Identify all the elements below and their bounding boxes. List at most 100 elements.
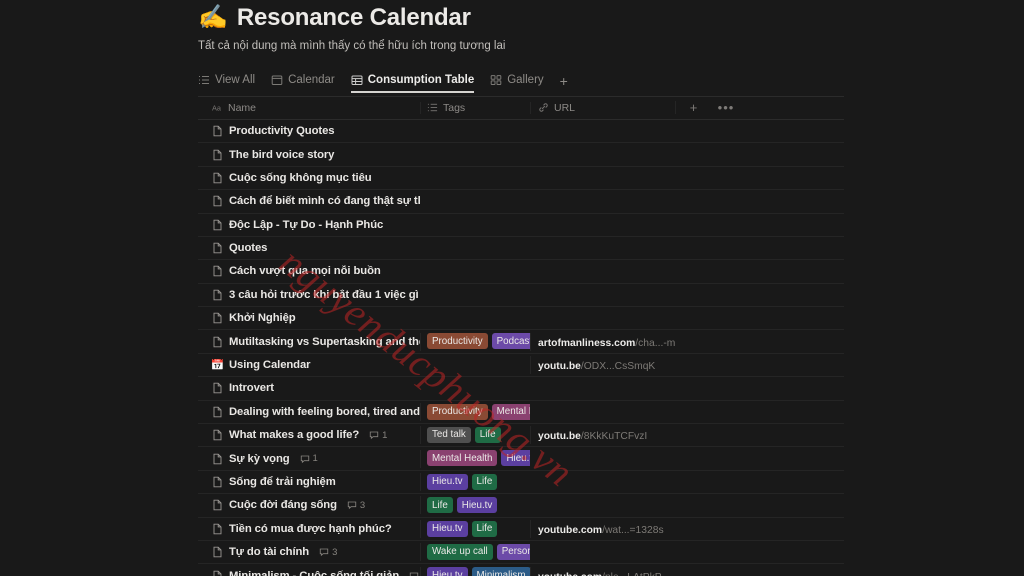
tag-chip[interactable]: Hieu.tv	[427, 520, 468, 537]
tag-chip[interactable]: Life	[427, 497, 453, 514]
cell-name[interactable]: Cuộc sống không mục tiêu	[198, 172, 420, 184]
table-row[interactable]: Quotes	[198, 237, 844, 261]
tag-label: Hieu.tv	[432, 523, 463, 535]
table-options-button[interactable]: •••	[711, 101, 741, 114]
cell-tags[interactable]: Mental Health Hieu.tv	[420, 449, 530, 468]
column-header-tags[interactable]: Tags	[420, 101, 530, 114]
table-row[interactable]: Minimalism - Cuộc sống tối giản 2 Hieu.tv M…	[198, 564, 844, 576]
cell-name[interactable]: Cuộc đời đáng sống 3	[198, 499, 420, 511]
tag-label: Minimalism	[476, 569, 526, 576]
cell-name[interactable]: 📅 Using Calendar	[198, 359, 420, 371]
url-link[interactable]: youtu.be/ODX...CsSmqK	[538, 361, 655, 372]
cell-tags[interactable]: Wake up call Personal	[420, 543, 530, 562]
table-row[interactable]: Cuộc sống không mục tiêu	[198, 167, 844, 191]
tag-chip[interactable]: Hieu.tv	[501, 450, 530, 467]
cell-tags[interactable]: Hieu.tv Life	[420, 519, 530, 538]
row-title: 3 câu hỏi trước khi bắt đầu 1 việc gì đó	[229, 288, 420, 301]
table-row[interactable]: Mutiltasking vs Supertasking and the pe P…	[198, 330, 844, 354]
cell-name[interactable]: Dealing with feeling bored, tired and ex…	[198, 406, 420, 418]
table-row[interactable]: Khởi Nghiệp	[198, 307, 844, 331]
tag-chip[interactable]: Ted talk	[427, 426, 471, 443]
cell-name[interactable]: Tiền có mua được hạnh phúc?	[198, 523, 420, 535]
tag-chip[interactable]: Minimalism	[471, 567, 530, 576]
tab-gallery[interactable]: Gallery	[490, 74, 544, 93]
add-view-button[interactable]: +	[560, 74, 568, 93]
cell-name[interactable]: Introvert	[198, 382, 420, 394]
table-row[interactable]: Cách vượt qua mọi nỗi buồn	[198, 260, 844, 284]
tag-chip[interactable]: Productivity	[427, 333, 488, 350]
tab-consumption-table[interactable]: Consumption Table	[350, 74, 475, 93]
cell-name[interactable]: What makes a good life? 1	[198, 429, 420, 441]
table-row[interactable]: Productivity Quotes	[198, 120, 844, 144]
page-title-row: ✍️ Resonance Calendar	[198, 0, 844, 32]
tag-chip[interactable]: Life	[471, 473, 498, 490]
cell-name[interactable]: Khởi Nghiệp	[198, 312, 420, 324]
cell-tags[interactable]: Hieu.tv Life	[420, 472, 530, 491]
tag-chip[interactable]: Productivity	[427, 403, 488, 420]
comment-count[interactable]: 2	[409, 570, 420, 576]
tag-chip[interactable]: Mental Health	[427, 450, 498, 467]
table-row[interactable]: What makes a good life? 1 Ted talk Life yout…	[198, 424, 844, 448]
cell-name[interactable]: 3 câu hỏi trước khi bắt đầu 1 việc gì đó	[198, 289, 420, 301]
tag-chip[interactable]: Hieu.tv	[456, 497, 498, 514]
cell-url[interactable]: youtube.com/wat...=1328s	[530, 519, 675, 538]
cell-tags[interactable]: Life Hieu.tv	[420, 496, 530, 515]
url-link[interactable]: youtube.com/wat...=1328s	[538, 525, 664, 536]
table-row[interactable]: Sự kỳ vọng 1 Mental Health Hieu.tv	[198, 447, 844, 471]
url-link[interactable]: artofmanliness.com/cha...-mir	[538, 338, 675, 349]
table-row[interactable]: Sống để trải nghiệm Hieu.tv Life	[198, 471, 844, 495]
comment-count[interactable]: 3	[319, 547, 337, 558]
tag-chip[interactable]: Personal	[496, 543, 530, 560]
table-row[interactable]: 📅 Using Calendar youtu.be/ODX...CsSmqK	[198, 354, 844, 378]
comment-count[interactable]: 1	[369, 430, 387, 441]
cell-name[interactable]: Cách vượt qua mọi nỗi buồn	[198, 265, 420, 277]
comment-count[interactable]: 1	[300, 453, 318, 464]
url-link[interactable]: youtube.com/pla...LAtPkP	[538, 572, 662, 576]
url-link[interactable]: youtu.be/8KkKuTCFvzI	[538, 431, 647, 442]
table-row[interactable]: Tiền có mua được hạnh phúc? Hieu.tv Life yo…	[198, 518, 844, 541]
table-row[interactable]: 3 câu hỏi trước khi bắt đầu 1 việc gì đó	[198, 284, 844, 308]
tab-calendar[interactable]: Calendar	[271, 74, 335, 93]
tag-chip[interactable]: Life	[474, 426, 501, 443]
table-row[interactable]: Cách để biết mình có đang thật sự thích	[198, 190, 844, 214]
tag-chip[interactable]: Mental H	[491, 403, 530, 420]
tab-view-all[interactable]: View All	[198, 74, 255, 93]
tag-chip[interactable]: Wake up call	[427, 543, 493, 560]
comment-count[interactable]: 3	[347, 500, 365, 511]
table-row[interactable]: Độc Lập - Tự Do - Hạnh Phúc	[198, 214, 844, 237]
cell-tags[interactable]: Productivity Podcast	[420, 332, 530, 351]
add-column-button[interactable]: +	[675, 101, 711, 115]
cell-tags[interactable]: Ted talk Life	[420, 426, 530, 445]
table-row[interactable]: Cuộc đời đáng sống 3 Life Hieu.tv	[198, 494, 844, 518]
cell-name[interactable]: Cách để biết mình có đang thật sự thích	[198, 195, 420, 207]
page-icon	[212, 382, 223, 394]
cell-name[interactable]: Mutiltasking vs Supertasking and the pe	[198, 336, 420, 348]
tab-label: Calendar	[288, 73, 335, 86]
column-header-name[interactable]: Aa Name	[198, 102, 420, 114]
cell-url[interactable]: youtu.be/8KkKuTCFvzI	[530, 426, 675, 445]
cell-name[interactable]: Sự kỳ vọng 1	[198, 453, 420, 465]
page-subtitle: Tất cả nội dung mà mình thấy có thể hữu …	[198, 40, 506, 52]
tag-chip[interactable]: Life	[471, 520, 498, 537]
cell-name[interactable]: Độc Lập - Tự Do - Hạnh Phúc	[198, 219, 420, 231]
tag-chip[interactable]: Hieu.tv	[427, 473, 468, 490]
cell-name[interactable]: The bird voice story	[198, 149, 420, 161]
tag-chip[interactable]: Podcast	[491, 333, 530, 350]
cell-tags[interactable]: Hieu.tv Minimalism	[420, 566, 530, 576]
cell-name[interactable]: Productivity Quotes	[198, 125, 420, 137]
cell-tags[interactable]: Productivity Mental H	[420, 402, 530, 421]
table-row[interactable]: Tự do tài chính 3 Wake up call Personal	[198, 541, 844, 565]
table-row[interactable]: Introvert	[198, 377, 844, 401]
cell-name[interactable]: Sống để trải nghiệm	[198, 476, 420, 488]
cell-url[interactable]: youtube.com/pla...LAtPkP	[530, 566, 675, 576]
tag-chip[interactable]: Hieu.tv	[427, 567, 468, 576]
page-title[interactable]: Resonance Calendar	[237, 4, 471, 32]
cell-name[interactable]: Tự do tài chính 3	[198, 546, 420, 558]
cell-url[interactable]: youtu.be/ODX...CsSmqK	[530, 356, 675, 375]
cell-url[interactable]: artofmanliness.com/cha...-mir	[530, 332, 675, 351]
cell-name[interactable]: Minimalism - Cuộc sống tối giản 2	[198, 570, 420, 576]
table-row[interactable]: Dealing with feeling bored, tired and ex…	[198, 401, 844, 425]
column-header-url[interactable]: URL	[530, 101, 675, 114]
table-row[interactable]: The bird voice story	[198, 143, 844, 167]
cell-name[interactable]: Quotes	[198, 242, 420, 254]
